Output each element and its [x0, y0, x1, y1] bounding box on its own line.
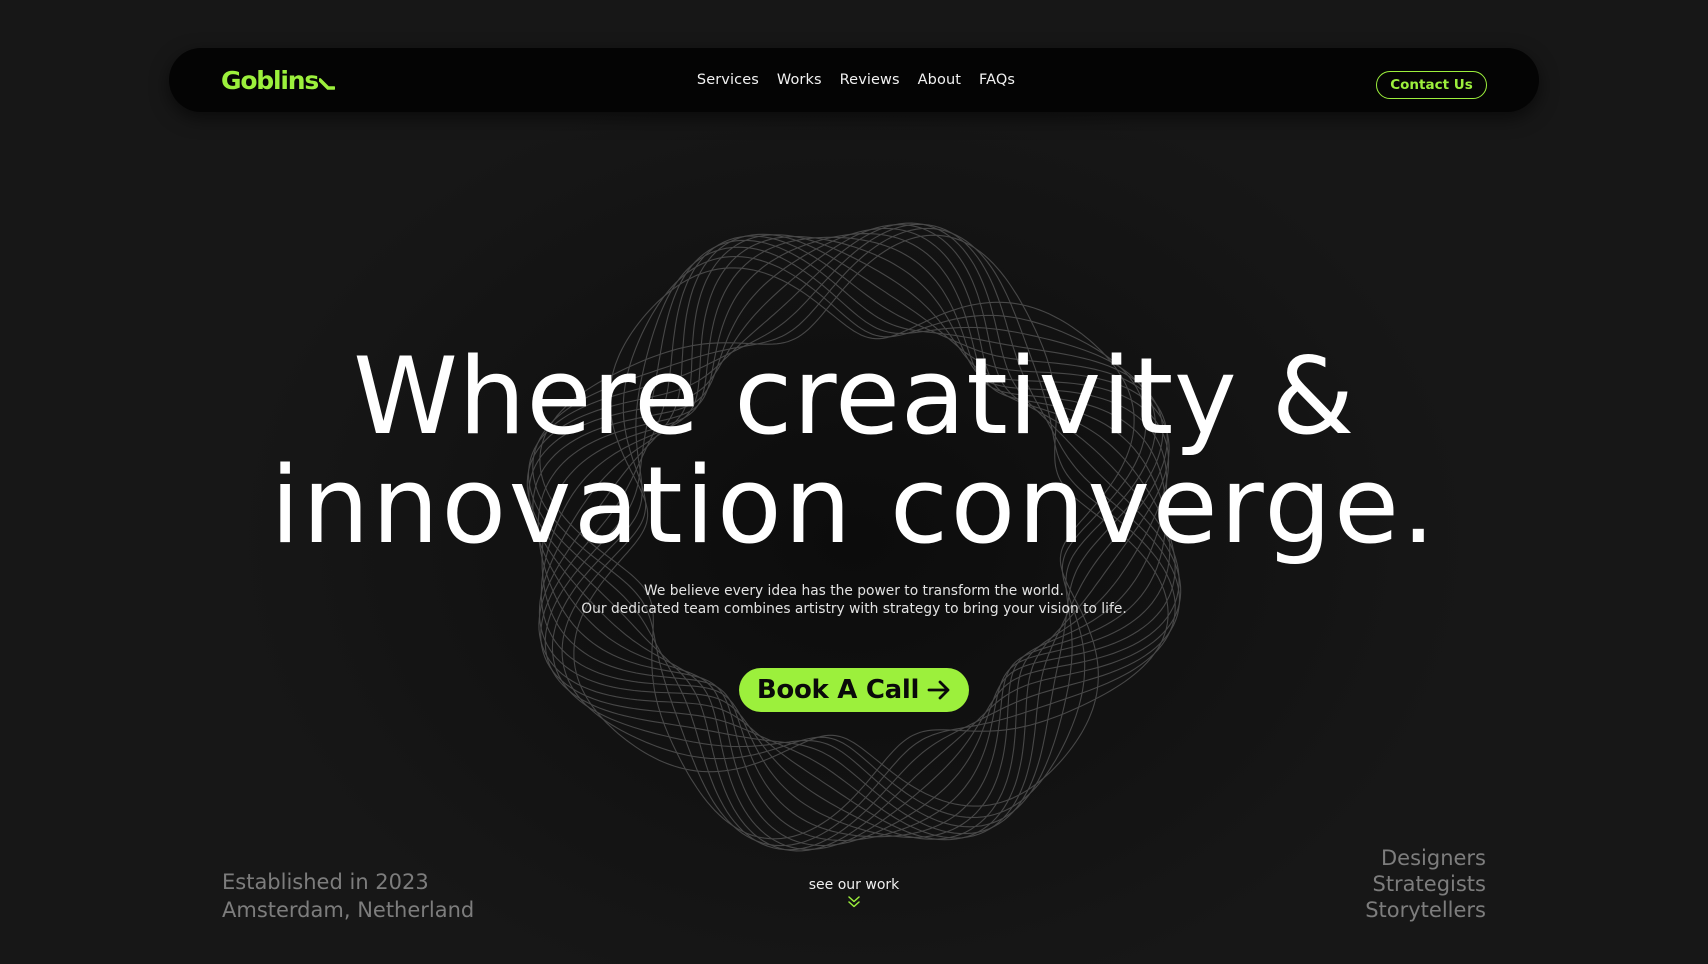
- book-a-call-label: Book A Call: [756, 675, 920, 705]
- location-text: Amsterdam, Netherland: [222, 898, 475, 922]
- double-chevron-down-icon[interactable]: [847, 896, 861, 908]
- role-item: Designers: [1381, 846, 1486, 870]
- role-item: Storytellers: [1365, 898, 1486, 922]
- contact-us-button[interactable]: Contact Us: [1376, 71, 1487, 99]
- nav-item-about[interactable]: About: [918, 72, 961, 88]
- role-item: Strategists: [1372, 872, 1486, 896]
- nav-item-reviews[interactable]: Reviews: [840, 72, 900, 88]
- hero-headline-line1: Where creativity &: [353, 335, 1355, 458]
- top-navbar: Goblins Services Works Reviews About FAQ…: [169, 48, 1539, 112]
- hero-subtext-line1: We believe every idea has the power to t…: [644, 583, 1064, 599]
- roles-list: Designers Strategists Storytellers: [1365, 845, 1486, 923]
- nav-item-services[interactable]: Services: [697, 72, 759, 88]
- arrow-right-icon: [927, 680, 950, 700]
- nav-menu: Services Works Reviews About FAQs: [169, 48, 1539, 112]
- book-a-call-button[interactable]: Book A Call: [739, 668, 969, 712]
- landing-page: Goblins Services Works Reviews About FAQ…: [0, 0, 1708, 964]
- nav-item-faqs[interactable]: FAQs: [979, 72, 1015, 88]
- hero-headline-line2: innovation converge.: [270, 444, 1438, 567]
- nav-item-works[interactable]: Works: [777, 72, 822, 88]
- hero-subtext-line2: Our dedicated team combines artistry wit…: [581, 601, 1127, 617]
